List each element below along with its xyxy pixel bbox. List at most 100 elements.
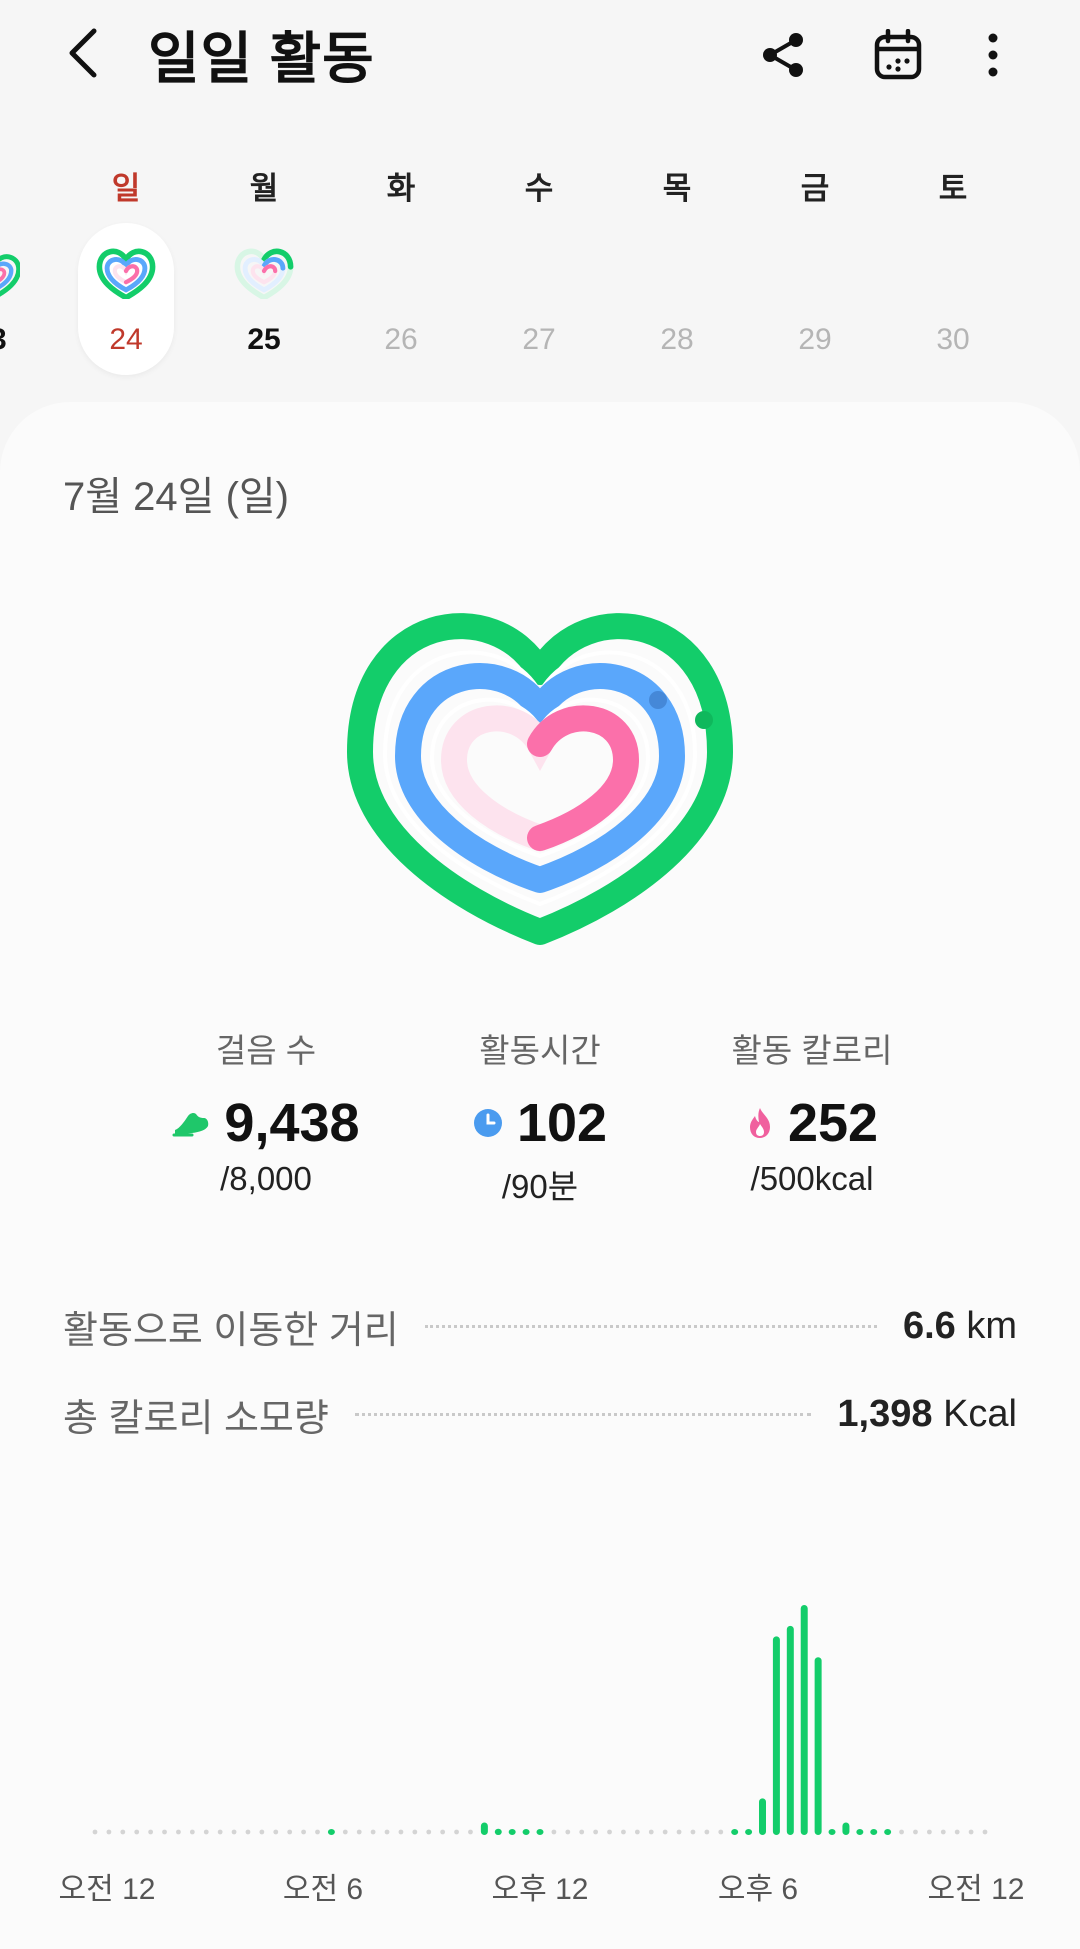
- back-button[interactable]: [52, 18, 116, 88]
- day-number: 29: [798, 323, 832, 356]
- x-tick-label: 오전 6: [282, 1873, 364, 1906]
- x-tick-label: 오전 12: [927, 1873, 1025, 1906]
- empty-slot-dot: [412, 1829, 418, 1835]
- empty-slot-dot: [913, 1829, 918, 1835]
- x-tick-label: 오후 6: [717, 1873, 799, 1906]
- empty-slot-dot: [398, 1829, 404, 1835]
- summary-value: 1,398 Kcal: [837, 1392, 1017, 1435]
- empty-slot-dot: [468, 1829, 473, 1835]
- empty-slot-dot: [301, 1829, 306, 1835]
- day-item-30[interactable]: 30: [905, 223, 1001, 375]
- calorie-ring: [527, 705, 640, 851]
- calendar-button[interactable]: [863, 20, 933, 90]
- day-number: 24: [109, 323, 143, 356]
- weekday-tue: 화: [386, 171, 416, 206]
- day-item-24[interactable]: 24: [78, 223, 174, 375]
- shoe-icon: [172, 1112, 209, 1137]
- total-calories-row: 총 칼로리 소모량 1,398 Kcal: [63, 1384, 1017, 1444]
- day-item-29[interactable]: 29: [767, 223, 863, 375]
- stat-label: 활동 칼로리: [731, 1032, 893, 1069]
- calendar-icon: [874, 29, 922, 80]
- activity-card: 7월 24일 (일) 걸음 수 9,438 /8,000 활동시간 102 /9…: [0, 402, 1080, 1949]
- empty-slot-dot: [162, 1829, 167, 1835]
- more-options-button[interactable]: [958, 20, 1028, 90]
- weekday-thu: 목: [662, 171, 692, 206]
- summary-label: 활동으로 이동한 거리: [63, 1309, 399, 1352]
- chart-bar: [828, 1829, 836, 1835]
- share-icon: [763, 33, 803, 77]
- day-item-26[interactable]: 26: [353, 223, 449, 375]
- daily-activity-screen: 일일 활동 일 월 화 수 목 금 토 24 25 26 27 28 29 30…: [0, 0, 1080, 1949]
- empty-slot-dot: [384, 1829, 390, 1835]
- empty-slot-dot: [968, 1829, 974, 1835]
- day-number: 25: [247, 323, 281, 356]
- stat-goal: /500kcal: [750, 1160, 874, 1197]
- day-item-27[interactable]: 27: [491, 223, 587, 375]
- x-tick-label: 오전 12: [58, 1873, 156, 1906]
- empty-slot-dot: [621, 1829, 626, 1835]
- chart-bar: [327, 1829, 335, 1835]
- app-header: 일일 활동: [0, 0, 1080, 110]
- weekday-sat: 토: [938, 171, 968, 206]
- empty-slot-dot: [634, 1829, 640, 1835]
- chart-bar: [856, 1829, 864, 1835]
- page-title: 일일 활동: [148, 27, 375, 90]
- stat-steps[interactable]: 걸음 수 9,438 /8,000: [126, 1024, 406, 1198]
- empty-slot-dot: [454, 1829, 459, 1835]
- stat-value: 102: [516, 1093, 608, 1153]
- empty-slot-dot: [551, 1829, 557, 1835]
- empty-slot-dot: [315, 1829, 320, 1835]
- empty-slot-dot: [342, 1829, 348, 1835]
- empty-slot-dot: [259, 1829, 265, 1835]
- empty-slot-dot: [176, 1829, 181, 1835]
- empty-slot-dot: [648, 1829, 654, 1835]
- clock-icon: [473, 1109, 502, 1137]
- day-item-prev[interactable]: 3: [0, 223, 20, 375]
- share-button[interactable]: [748, 20, 818, 90]
- summary-value: 6.6 km: [902, 1304, 1017, 1347]
- more-vert-icon: [988, 33, 998, 77]
- day-item-28[interactable]: 28: [629, 223, 725, 375]
- dotted-leader: [424, 1324, 877, 1328]
- empty-slot-dot: [440, 1829, 446, 1835]
- day-number: 27: [522, 323, 556, 356]
- dotted-leader: [354, 1412, 812, 1416]
- empty-slot-dot: [120, 1829, 126, 1835]
- empty-slot-dot: [287, 1829, 293, 1835]
- empty-slot-dot: [690, 1829, 696, 1835]
- selected-date: 7월 24일 (일): [63, 475, 290, 519]
- empty-slot-dot: [245, 1829, 251, 1835]
- empty-slot-dot: [134, 1829, 140, 1835]
- empty-slot-dot: [940, 1829, 946, 1835]
- flame-icon: [749, 1108, 770, 1138]
- empty-slot-dot: [356, 1829, 362, 1835]
- stat-active-time[interactable]: 활동시간 102 /90분: [400, 1024, 680, 1208]
- chart-bar: [814, 1657, 822, 1835]
- chart-bar: [842, 1822, 850, 1835]
- hourly-steps-chart: [92, 1605, 988, 1835]
- stat-active-calories[interactable]: 활동 칼로리 252 /500kcal: [672, 1024, 952, 1198]
- back-chevron-icon: [69, 28, 97, 78]
- chart-bar: [772, 1636, 780, 1835]
- weekday-sun: 일: [111, 171, 141, 206]
- stat-goal: /90분: [501, 1168, 579, 1205]
- distance-row: 활동으로 이동한 거리 6.6 km: [63, 1296, 1017, 1356]
- chart-bar: [745, 1829, 753, 1835]
- empty-slot-dot: [273, 1829, 279, 1835]
- chart-bar: [508, 1829, 516, 1835]
- day-item-25[interactable]: 25: [216, 223, 312, 375]
- day-number: 30: [936, 323, 970, 356]
- weekday-fri: 금: [800, 171, 830, 206]
- empty-slot-dot: [203, 1829, 209, 1835]
- empty-slot-dot: [926, 1829, 932, 1835]
- empty-slot-dot: [662, 1829, 668, 1835]
- empty-slot-dot: [704, 1829, 710, 1835]
- activity-heart-rings: [347, 613, 733, 945]
- empty-slot-dot: [92, 1829, 98, 1835]
- chart-bar: [480, 1822, 488, 1835]
- empty-slot-dot: [579, 1829, 585, 1835]
- empty-slot-dot: [899, 1829, 904, 1835]
- chart-bar: [522, 1829, 530, 1835]
- chart-bar: [884, 1829, 892, 1835]
- heart-progress-icon: [96, 248, 156, 299]
